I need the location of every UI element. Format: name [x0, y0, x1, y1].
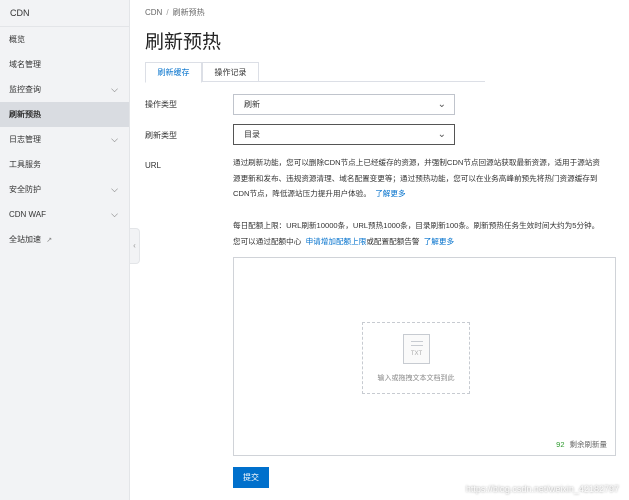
- sidebar-item-label: 全站加速: [9, 235, 41, 244]
- learn-more-link[interactable]: 了解更多: [424, 237, 454, 246]
- tab-refresh-cache[interactable]: 刷新缓存: [145, 62, 202, 83]
- breadcrumb: CDN / 刷新预热: [145, 7, 205, 18]
- chevron-down-icon: ⌄: [437, 99, 446, 110]
- sidebar-item-label: 刷新预热: [9, 110, 41, 119]
- sidebar-item-label: 域名管理: [9, 60, 41, 69]
- learn-more-link[interactable]: 了解更多: [375, 189, 405, 198]
- sidebar-item-log-management[interactable]: 日志管理 ⌵: [0, 127, 129, 152]
- increase-quota-link[interactable]: 申请增加配额上限: [306, 237, 367, 246]
- external-link-icon: ↗: [46, 237, 53, 244]
- refresh-type-label: 刷新类型: [145, 131, 177, 140]
- refresh-description: 通过刷新功能，您可以删除CDN节点上已经缓存的资源，并强制CDN节点回源站获取最…: [233, 155, 618, 202]
- refresh-type-select[interactable]: 目录 ⌄: [233, 124, 455, 145]
- sidebar-item-label: 日志管理: [9, 135, 41, 144]
- page-title: 刷新预热: [145, 32, 222, 53]
- sidebar: CDN 概览 域名管理 监控查询 ⌵ 刷新预热 日志管理 ⌵ 工具服务 安全防护…: [0, 0, 130, 500]
- remaining-count-label: 剩余刷新量: [569, 440, 608, 449]
- sidebar-item-tool-service[interactable]: 工具服务: [0, 152, 129, 177]
- sidebar-collapse-handle[interactable]: ‹: [130, 228, 140, 264]
- description-line: 源更新和发布、违规资源清理、域名配置变更等；通过预热功能，您可以在业务高峰前预先…: [233, 173, 598, 183]
- sidebar-item-domain-management[interactable]: 域名管理: [0, 52, 129, 77]
- sidebar-item-refresh-preload[interactable]: 刷新预热: [0, 102, 129, 127]
- breadcrumb-separator: /: [166, 8, 169, 17]
- sidebar-item-cdn-waf[interactable]: CDN WAF ⌵: [0, 202, 129, 227]
- watermark: https://blog.csdn.net/weixin_42182797: [465, 484, 619, 494]
- remaining-count-number: 92: [556, 440, 565, 449]
- submit-button[interactable]: 提交: [233, 467, 269, 488]
- breadcrumb-current: 刷新预热: [172, 8, 205, 17]
- text-document-icon: TXT: [403, 334, 430, 364]
- remaining-count: 92 剩余刷新量: [556, 439, 607, 450]
- chevron-down-icon: ⌄: [437, 129, 446, 140]
- chevron-down-icon: ⌵: [111, 84, 118, 94]
- chevron-down-icon: ⌵: [111, 184, 118, 194]
- tab-bar: 刷新缓存 操作记录: [145, 62, 485, 83]
- refresh-type-value: 目录: [244, 130, 260, 139]
- operation-type-select[interactable]: 刷新 ⌄: [233, 94, 455, 115]
- chevron-down-icon: ⌵: [111, 134, 118, 144]
- sidebar-item-overview[interactable]: 概览: [0, 27, 129, 52]
- file-drop-zone[interactable]: TXT 输入或拖拽文本文档到此: [362, 322, 470, 394]
- sidebar-item-label: CDN WAF: [9, 210, 47, 219]
- sidebar-item-dcdn[interactable]: 全站加速 ↗: [0, 227, 129, 252]
- sidebar-item-security[interactable]: 安全防护 ⌵: [0, 177, 129, 202]
- url-input-area[interactable]: TXT 输入或拖拽文本文档到此 92 剩余刷新量: [233, 257, 616, 456]
- tab-operation-log[interactable]: 操作记录: [202, 62, 259, 82]
- quota-info: 每日配额上限：URL刷新10000条，URL预热1000条，目录刷新100条。刷…: [233, 218, 618, 249]
- quota-center-line: 您可以通过配额中心 申请增加配额上限或配置配额告警 了解更多: [233, 236, 455, 246]
- operation-type-value: 刷新: [244, 100, 260, 109]
- sidebar-item-label: 安全防护: [9, 185, 41, 194]
- drop-hint: 输入或拖拽文本文档到此: [377, 375, 455, 382]
- sidebar-item-label: 工具服务: [9, 160, 41, 169]
- description-line: CDN节点，降低源站压力提升用户体验。 了解更多: [233, 189, 406, 198]
- sidebar-item-label: 监控查询: [9, 85, 41, 94]
- chevron-down-icon: ⌵: [111, 209, 118, 219]
- operation-type-label: 操作类型: [145, 100, 177, 109]
- sidebar-title: CDN: [0, 0, 129, 27]
- quota-line: 每日配额上限：URL刷新10000条，URL预热1000条，目录刷新100条。刷…: [233, 221, 600, 230]
- description-line: 通过刷新功能，您可以删除CDN节点上已经缓存的资源，并强制CDN节点回源站获取最…: [233, 158, 601, 167]
- breadcrumb-root[interactable]: CDN: [145, 8, 162, 17]
- sidebar-item-label: 概览: [9, 35, 25, 44]
- url-label: URL: [145, 161, 162, 170]
- sidebar-item-monitoring[interactable]: 监控查询 ⌵: [0, 77, 129, 102]
